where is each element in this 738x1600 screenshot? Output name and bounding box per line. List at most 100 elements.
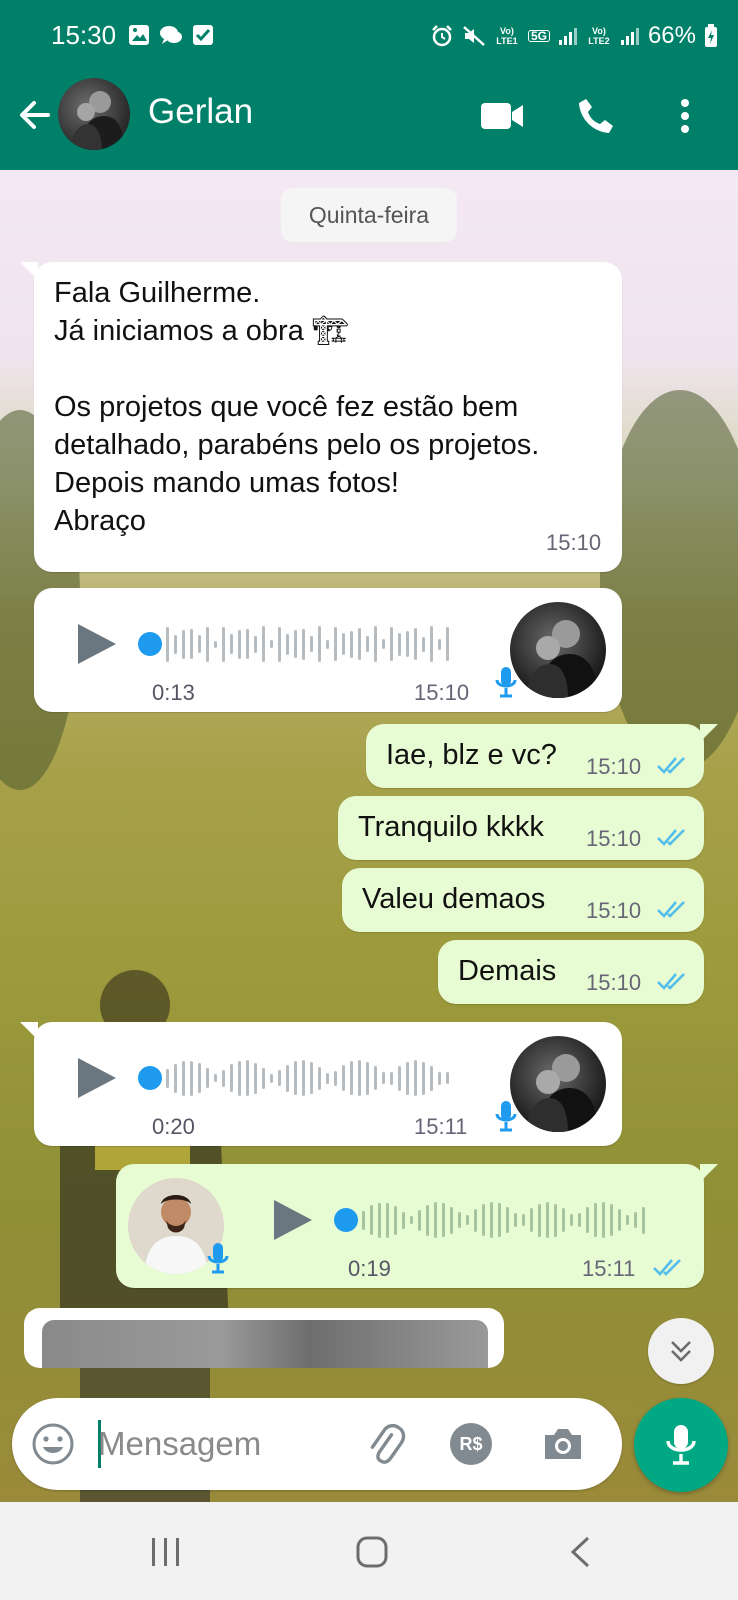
back-nav-button[interactable] — [556, 1532, 604, 1572]
message-time: 15:11 — [414, 1114, 468, 1139]
message-input[interactable] — [98, 1422, 358, 1466]
message-text: Demais — [458, 955, 557, 987]
chat-bubbles-icon — [160, 26, 182, 44]
home-icon — [356, 1536, 388, 1568]
waveform-bar — [350, 630, 353, 658]
waveform-bar — [514, 1213, 517, 1227]
outgoing-voice-message[interactable]: 0:19 15:11 — [116, 1164, 718, 1288]
incoming-voice-message[interactable]: 0:20 15:11 — [20, 1022, 622, 1146]
waveform-bar — [358, 1060, 361, 1096]
waveform-bar — [498, 1203, 501, 1237]
voice-waveform[interactable] — [166, 1056, 449, 1100]
emoji-icon — [32, 1423, 74, 1465]
chat-area[interactable]: Quinta-feira Fala Guilherme. Já iniciamo… — [0, 170, 738, 1502]
waveform-bar — [326, 639, 329, 649]
waveform-bar — [594, 1203, 597, 1237]
waveform-bar — [374, 626, 377, 662]
more-options-button[interactable] — [670, 94, 700, 138]
incoming-voice-message[interactable]: 0:13 15:10 — [34, 588, 622, 712]
waveform-bar — [414, 1060, 417, 1096]
payment-button[interactable]: R$ — [448, 1421, 494, 1467]
gallery-icon — [129, 25, 149, 45]
voice-waveform[interactable] — [166, 622, 449, 666]
waveform-bar — [166, 1068, 169, 1088]
waveform-bar — [390, 1071, 393, 1085]
camera-button[interactable] — [540, 1421, 586, 1467]
status-time: 15:30 — [51, 20, 117, 50]
emoji-button[interactable] — [30, 1421, 76, 1467]
recent-apps-icon — [152, 1538, 179, 1566]
waveform-bar — [334, 627, 337, 661]
home-button[interactable] — [348, 1532, 396, 1572]
waveform-bar — [394, 1205, 397, 1235]
waveform-bar — [414, 628, 417, 660]
waveform-bar — [318, 626, 321, 662]
voice-waveform[interactable] — [362, 1198, 645, 1242]
message-composer: R$ — [12, 1398, 622, 1490]
seek-handle[interactable] — [138, 1066, 162, 1090]
waveform-bar — [334, 1070, 337, 1086]
image-thumbnail — [42, 1320, 488, 1368]
play-icon[interactable] — [270, 1198, 314, 1242]
message-time: 15:10 — [586, 754, 642, 779]
waveform-bar — [166, 626, 169, 662]
waveform-bar — [374, 1066, 377, 1090]
waveform-bar — [410, 1216, 413, 1224]
waveform-bar — [378, 1202, 381, 1238]
read-receipt-icon — [653, 1259, 681, 1276]
scroll-to-bottom-button[interactable] — [648, 1318, 714, 1384]
app-header: 15:30 Vo) LTE1 5G Vo) LTE2 66% Gerlan — [0, 0, 738, 170]
system-navigation-bar — [0, 1502, 738, 1600]
waveform-bar — [286, 1064, 289, 1092]
back-chevron-icon — [570, 1536, 590, 1568]
mute-icon — [463, 26, 485, 46]
record-voice-button[interactable] — [634, 1398, 728, 1492]
seek-handle[interactable] — [334, 1208, 358, 1232]
waveform-bar — [434, 1202, 437, 1238]
waveform-bar — [474, 1208, 477, 1232]
recent-apps-button[interactable] — [142, 1532, 190, 1572]
sender-avatar — [510, 1036, 606, 1132]
outgoing-text-message[interactable]: Iae, blz e vc? 15:10 — [366, 724, 718, 788]
waveform-bar — [422, 636, 425, 652]
waveform-bar — [358, 628, 361, 660]
back-button[interactable] — [14, 94, 56, 136]
phone-icon — [579, 99, 613, 133]
waveform-bar — [430, 626, 433, 662]
play-icon[interactable] — [74, 1056, 118, 1100]
read-receipt-icon — [657, 901, 685, 918]
waveform-bar — [422, 1061, 425, 1095]
waveform-bar — [326, 1072, 329, 1084]
status-system-icons: Vo) LTE1 5G Vo) LTE2 66% — [430, 22, 718, 50]
voice-call-button[interactable] — [572, 94, 620, 138]
waveform-bar — [214, 640, 217, 648]
waveform-bar — [382, 1072, 385, 1084]
waveform-bar — [570, 1214, 573, 1226]
message-time: 15:10 — [586, 898, 642, 923]
outgoing-text-message[interactable]: Tranquilo kkkk 15:10 — [338, 796, 704, 860]
incoming-image-message[interactable] — [24, 1308, 504, 1368]
waveform-bar — [522, 1214, 525, 1226]
message-time: 15:10 — [586, 826, 642, 851]
waveform-bar — [530, 1208, 533, 1232]
waveform-bar — [626, 1215, 629, 1225]
voice-duration: 0:20 — [152, 1114, 195, 1139]
5g-label: 5G — [527, 30, 550, 42]
waveform-bar — [406, 1061, 409, 1095]
waveform-bar — [610, 1204, 613, 1236]
contact-name[interactable]: Gerlan — [148, 92, 253, 132]
waveform-bar — [642, 1206, 645, 1234]
waveform-bar — [254, 635, 257, 653]
incoming-text-message[interactable]: Fala Guilherme. Já iniciamos a obra 🏗 Os… — [20, 262, 622, 572]
outgoing-text-message[interactable]: Demais 15:10 — [438, 940, 704, 1004]
outgoing-text-message[interactable]: Valeu demaos 15:10 — [342, 868, 704, 932]
attach-button[interactable] — [362, 1421, 408, 1467]
contact-avatar[interactable] — [58, 78, 130, 150]
seek-handle[interactable] — [138, 632, 162, 656]
video-call-button[interactable] — [478, 94, 526, 138]
message-text: Iae, blz e vc? — [386, 739, 557, 771]
play-icon[interactable] — [74, 622, 118, 666]
paperclip-icon — [370, 1423, 406, 1464]
camera-icon — [545, 1429, 581, 1459]
waveform-bar — [190, 1060, 193, 1096]
